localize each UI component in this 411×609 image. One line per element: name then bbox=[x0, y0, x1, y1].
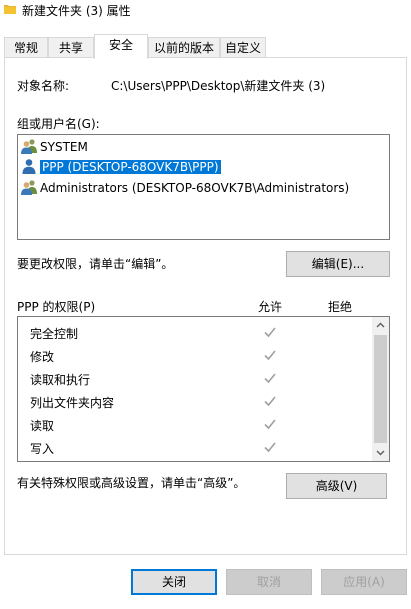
apply-button[interactable]: 应用(A) bbox=[321, 569, 407, 595]
list-item-system[interactable]: SYSTEM bbox=[21, 137, 88, 157]
allow-column-header: 允许 bbox=[258, 300, 283, 314]
list-item-administrators[interactable]: Administrators (DESKTOP-68OVK7B\Administ… bbox=[21, 178, 349, 198]
permission-name: 完全控制 bbox=[30, 327, 79, 341]
check-icon bbox=[264, 442, 276, 453]
title-bar: 新建文件夹 (3) 属性 bbox=[0, 0, 411, 22]
edit-button[interactable]: 编辑(E)... bbox=[286, 251, 390, 277]
permission-name: 修改 bbox=[30, 350, 55, 364]
close-button[interactable]: 关闭 bbox=[131, 569, 217, 595]
groups-label: 组或用户名(G): bbox=[17, 117, 100, 131]
check-icon bbox=[264, 327, 276, 338]
group-user-icon bbox=[21, 180, 37, 195]
permission-name: 写入 bbox=[30, 442, 55, 456]
deny-column-header: 拒绝 bbox=[328, 300, 353, 314]
permission-row: 读取 bbox=[18, 414, 373, 436]
scroll-thumb[interactable] bbox=[374, 335, 387, 443]
advanced-hint: 有关特殊权限或高级设置，请单击“高级”。 bbox=[17, 476, 246, 490]
list-item-ppp[interactable]: PPP (DESKTOP-68OVK7B\PPP) bbox=[21, 157, 222, 177]
permissions-label: PPP 的权限(P) bbox=[17, 300, 96, 314]
check-icon bbox=[264, 396, 276, 407]
advanced-button[interactable]: 高级(V) bbox=[286, 473, 387, 499]
window-title: 新建文件夹 (3) 属性 bbox=[22, 4, 131, 18]
scroll-down-arrow-icon[interactable] bbox=[372, 444, 389, 461]
folder-icon bbox=[4, 5, 16, 14]
check-icon bbox=[264, 350, 276, 361]
permissions-list[interactable]: 完全控制 修改 读取和执行 列出文件夹内容 读取 写入 bbox=[17, 316, 390, 462]
object-name-label: 对象名称: bbox=[17, 79, 70, 93]
list-item-label: PPP (DESKTOP-68OVK7B\PPP) bbox=[39, 159, 222, 175]
permission-name: 读取和执行 bbox=[30, 373, 91, 387]
check-icon bbox=[264, 373, 276, 384]
object-name-value: C:\Users\PPP\Desktop\新建文件夹 (3) bbox=[111, 79, 326, 93]
list-item-label: SYSTEM bbox=[40, 140, 88, 154]
permission-name: 列出文件夹内容 bbox=[30, 396, 115, 410]
group-user-icon bbox=[21, 139, 37, 154]
permission-row: 写入 bbox=[18, 437, 373, 459]
list-item-label: Administrators (DESKTOP-68OVK7B\Administ… bbox=[40, 181, 350, 195]
tab-sharing[interactable]: 共享 bbox=[48, 37, 94, 57]
scroll-up-arrow-icon[interactable] bbox=[372, 317, 389, 334]
tab-general[interactable]: 常规 bbox=[4, 37, 48, 57]
cancel-button[interactable]: 取消 bbox=[226, 569, 312, 595]
tab-strip: 常规 共享 安全 以前的版本 自定义 bbox=[0, 34, 411, 59]
tab-customize[interactable]: 自定义 bbox=[220, 37, 266, 57]
groups-listbox[interactable]: SYSTEM PPP (DESKTOP-68OVK7B\PPP) Adminis… bbox=[17, 134, 390, 240]
permission-row: 列出文件夹内容 bbox=[18, 391, 373, 413]
permission-row: 完全控制 bbox=[18, 322, 373, 344]
permission-row: 读取和执行 bbox=[18, 368, 373, 390]
permission-name: 读取 bbox=[30, 419, 55, 433]
edit-hint: 要更改权限，请单击“编辑”。 bbox=[17, 257, 174, 271]
check-icon bbox=[264, 419, 276, 430]
single-user-icon bbox=[22, 159, 36, 174]
tab-security[interactable]: 安全 bbox=[94, 34, 148, 59]
permission-row: 修改 bbox=[18, 345, 373, 367]
tab-previous-versions[interactable]: 以前的版本 bbox=[148, 37, 220, 57]
permissions-scrollbar[interactable] bbox=[372, 317, 389, 461]
